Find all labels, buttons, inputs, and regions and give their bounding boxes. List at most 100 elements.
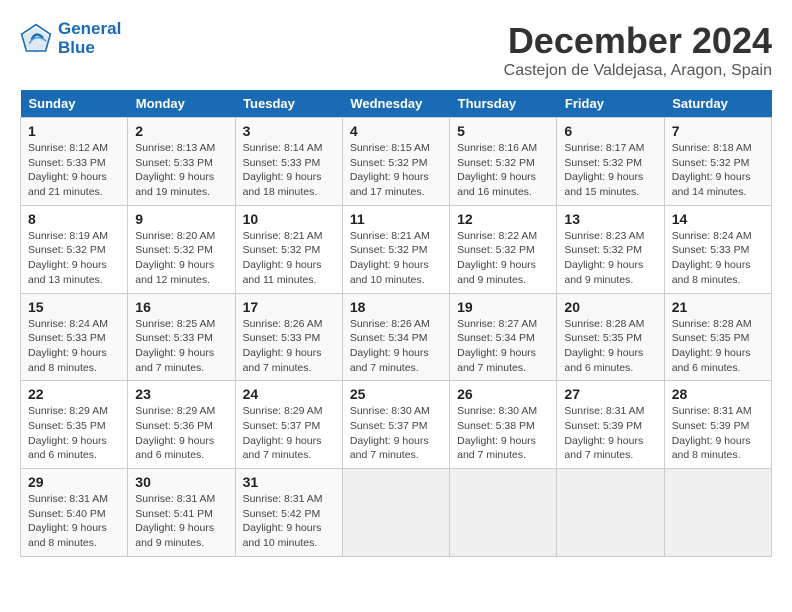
day-header-monday: Monday xyxy=(128,90,235,118)
calendar-cell: 25 Sunrise: 8:30 AMSunset: 5:37 PMDayligh… xyxy=(342,381,449,469)
day-number: 9 xyxy=(135,211,227,227)
day-detail: Sunrise: 8:17 AMSunset: 5:32 PMDaylight:… xyxy=(564,141,656,200)
day-detail: Sunrise: 8:12 AMSunset: 5:33 PMDaylight:… xyxy=(28,141,120,200)
day-number: 6 xyxy=(564,123,656,139)
title-block: December 2024 Castejon de Valdejasa, Ara… xyxy=(504,20,772,80)
calendar-cell xyxy=(664,469,771,557)
day-detail: Sunrise: 8:31 AMSunset: 5:39 PMDaylight:… xyxy=(564,404,656,463)
day-detail: Sunrise: 8:21 AMSunset: 5:32 PMDaylight:… xyxy=(350,229,442,288)
calendar-cell: 7 Sunrise: 8:18 AMSunset: 5:32 PMDaylight… xyxy=(664,118,771,206)
calendar-cell: 5 Sunrise: 8:16 AMSunset: 5:32 PMDaylight… xyxy=(450,118,557,206)
day-detail: Sunrise: 8:30 AMSunset: 5:38 PMDaylight:… xyxy=(457,404,549,463)
day-number: 3 xyxy=(243,123,335,139)
calendar-cell: 18Sunrise: 8:26 AMSunset: 5:34 PMDayligh… xyxy=(342,293,449,381)
day-number: 25 xyxy=(350,386,442,402)
calendar-cell: 8 Sunrise: 8:19 AMSunset: 5:32 PMDaylight… xyxy=(21,205,128,293)
calendar-cell: 6 Sunrise: 8:17 AMSunset: 5:32 PMDaylight… xyxy=(557,118,664,206)
day-number: 14 xyxy=(672,211,764,227)
day-number: 21 xyxy=(672,299,764,315)
day-header-saturday: Saturday xyxy=(664,90,771,118)
day-number: 10 xyxy=(243,211,335,227)
day-number: 11 xyxy=(350,211,442,227)
day-number: 22 xyxy=(28,386,120,402)
day-number: 7 xyxy=(672,123,764,139)
calendar-cell: 27 Sunrise: 8:31 AMSunset: 5:39 PMDayligh… xyxy=(557,381,664,469)
calendar-cell: 4 Sunrise: 8:15 AMSunset: 5:32 PMDaylight… xyxy=(342,118,449,206)
calendar-cell: 11 Sunrise: 8:21 AMSunset: 5:32 PMDayligh… xyxy=(342,205,449,293)
day-number: 24 xyxy=(243,386,335,402)
calendar-cell: 19Sunrise: 8:27 AMSunset: 5:34 PMDayligh… xyxy=(450,293,557,381)
day-detail: Sunrise: 8:19 AMSunset: 5:32 PMDaylight:… xyxy=(28,229,120,288)
day-detail: Sunrise: 8:18 AMSunset: 5:32 PMDaylight:… xyxy=(672,141,764,200)
calendar-cell: 9Sunrise: 8:20 AMSunset: 5:32 PMDaylight… xyxy=(128,205,235,293)
calendar-cell: 2 Sunrise: 8:13 AMSunset: 5:33 PMDaylight… xyxy=(128,118,235,206)
day-detail: Sunrise: 8:24 AMSunset: 5:33 PMDaylight:… xyxy=(28,317,120,376)
day-header-sunday: Sunday xyxy=(21,90,128,118)
day-number: 5 xyxy=(457,123,549,139)
day-detail: Sunrise: 8:13 AMSunset: 5:33 PMDaylight:… xyxy=(135,141,227,200)
calendar-cell: 13 Sunrise: 8:23 AMSunset: 5:32 PMDayligh… xyxy=(557,205,664,293)
day-detail: Sunrise: 8:31 AMSunset: 5:41 PMDaylight:… xyxy=(135,492,227,551)
calendar-cell: 22 Sunrise: 8:29 AMSunset: 5:35 PMDayligh… xyxy=(21,381,128,469)
calendar-cell: 16Sunrise: 8:25 AMSunset: 5:33 PMDayligh… xyxy=(128,293,235,381)
calendar-cell: 14 Sunrise: 8:24 AMSunset: 5:33 PMDayligh… xyxy=(664,205,771,293)
calendar-cell: 15Sunrise: 8:24 AMSunset: 5:33 PMDayligh… xyxy=(21,293,128,381)
calendar-cell: 28 Sunrise: 8:31 AMSunset: 5:39 PMDayligh… xyxy=(664,381,771,469)
day-detail: Sunrise: 8:24 AMSunset: 5:33 PMDaylight:… xyxy=(672,229,764,288)
calendar-cell xyxy=(450,469,557,557)
day-number: 1 xyxy=(28,123,120,139)
day-number: 31 xyxy=(243,474,335,490)
calendar-cell: 31 Sunrise: 8:31 AMSunset: 5:42 PMDayligh… xyxy=(235,469,342,557)
day-detail: Sunrise: 8:25 AMSunset: 5:33 PMDaylight:… xyxy=(135,317,227,376)
day-detail: Sunrise: 8:29 AMSunset: 5:36 PMDaylight:… xyxy=(135,404,227,463)
day-number: 18 xyxy=(350,299,442,315)
day-header-tuesday: Tuesday xyxy=(235,90,342,118)
day-detail: Sunrise: 8:28 AMSunset: 5:35 PMDaylight:… xyxy=(672,317,764,376)
day-detail: Sunrise: 8:29 AMSunset: 5:35 PMDaylight:… xyxy=(28,404,120,463)
day-detail: Sunrise: 8:26 AMSunset: 5:33 PMDaylight:… xyxy=(243,317,335,376)
calendar-table: SundayMondayTuesdayWednesdayThursdayFrid… xyxy=(20,90,772,557)
day-number: 29 xyxy=(28,474,120,490)
day-number: 17 xyxy=(243,299,335,315)
day-header-wednesday: Wednesday xyxy=(342,90,449,118)
logo-text: General Blue xyxy=(58,20,121,57)
calendar-cell: 23 Sunrise: 8:29 AMSunset: 5:36 PMDayligh… xyxy=(128,381,235,469)
calendar-cell: 29Sunrise: 8:31 AMSunset: 5:40 PMDayligh… xyxy=(21,469,128,557)
day-number: 13 xyxy=(564,211,656,227)
day-number: 26 xyxy=(457,386,549,402)
calendar-cell: 12 Sunrise: 8:22 AMSunset: 5:32 PMDayligh… xyxy=(450,205,557,293)
calendar-cell: 30Sunrise: 8:31 AMSunset: 5:41 PMDayligh… xyxy=(128,469,235,557)
logo: General Blue xyxy=(20,20,121,57)
calendar-cell: 1 Sunrise: 8:12 AMSunset: 5:33 PMDaylight… xyxy=(21,118,128,206)
day-detail: Sunrise: 8:16 AMSunset: 5:32 PMDaylight:… xyxy=(457,141,549,200)
day-number: 20 xyxy=(564,299,656,315)
day-detail: Sunrise: 8:22 AMSunset: 5:32 PMDaylight:… xyxy=(457,229,549,288)
calendar-cell: 26 Sunrise: 8:30 AMSunset: 5:38 PMDayligh… xyxy=(450,381,557,469)
month-title: December 2024 xyxy=(504,20,772,62)
calendar-cell: 20 Sunrise: 8:28 AMSunset: 5:35 PMDayligh… xyxy=(557,293,664,381)
day-number: 2 xyxy=(135,123,227,139)
day-detail: Sunrise: 8:29 AMSunset: 5:37 PMDaylight:… xyxy=(243,404,335,463)
calendar-cell xyxy=(342,469,449,557)
day-detail: Sunrise: 8:30 AMSunset: 5:37 PMDaylight:… xyxy=(350,404,442,463)
calendar-cell: 17 Sunrise: 8:26 AMSunset: 5:33 PMDayligh… xyxy=(235,293,342,381)
day-detail: Sunrise: 8:27 AMSunset: 5:34 PMDaylight:… xyxy=(457,317,549,376)
day-detail: Sunrise: 8:31 AMSunset: 5:39 PMDaylight:… xyxy=(672,404,764,463)
day-number: 12 xyxy=(457,211,549,227)
day-number: 23 xyxy=(135,386,227,402)
day-detail: Sunrise: 8:15 AMSunset: 5:32 PMDaylight:… xyxy=(350,141,442,200)
day-header-thursday: Thursday xyxy=(450,90,557,118)
day-detail: Sunrise: 8:31 AMSunset: 5:42 PMDaylight:… xyxy=(243,492,335,551)
day-number: 28 xyxy=(672,386,764,402)
day-number: 27 xyxy=(564,386,656,402)
day-header-friday: Friday xyxy=(557,90,664,118)
day-detail: Sunrise: 8:23 AMSunset: 5:32 PMDaylight:… xyxy=(564,229,656,288)
day-detail: Sunrise: 8:28 AMSunset: 5:35 PMDaylight:… xyxy=(564,317,656,376)
calendar-cell: 3 Sunrise: 8:14 AMSunset: 5:33 PMDaylight… xyxy=(235,118,342,206)
day-number: 4 xyxy=(350,123,442,139)
day-detail: Sunrise: 8:14 AMSunset: 5:33 PMDaylight:… xyxy=(243,141,335,200)
location-title: Castejon de Valdejasa, Aragon, Spain xyxy=(504,62,772,80)
calendar-cell: 21 Sunrise: 8:28 AMSunset: 5:35 PMDayligh… xyxy=(664,293,771,381)
day-detail: Sunrise: 8:21 AMSunset: 5:32 PMDaylight:… xyxy=(243,229,335,288)
day-number: 8 xyxy=(28,211,120,227)
